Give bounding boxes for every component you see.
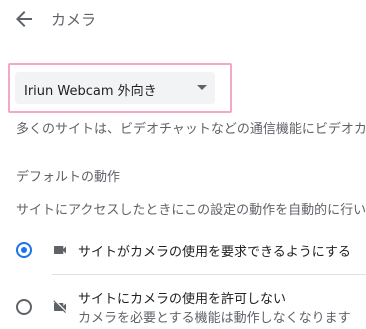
radio-allow-camera[interactable] bbox=[16, 242, 32, 258]
page-title: カメラ bbox=[51, 11, 97, 29]
default-behavior-heading: デフォルトの動作 bbox=[16, 170, 121, 185]
videocam-icon bbox=[52, 242, 68, 258]
option-block-label[interactable]: サイトにカメラの使用を許可しない bbox=[78, 288, 286, 307]
radio-selected-dot bbox=[21, 247, 27, 253]
option-allow-label[interactable]: サイトがカメラの使用を要求できるようにする bbox=[78, 241, 351, 260]
videocam-off-icon bbox=[52, 299, 68, 315]
camera-select-value: Iriun Webcam 外向き bbox=[24, 84, 157, 99]
radio-block-camera[interactable] bbox=[16, 299, 32, 315]
option-block-sublabel: カメラを必要とする機能は動作しなくなります bbox=[78, 311, 351, 326]
camera-description: 多くのサイトは、ビデオチャットなどの通信機能にビデオカ bbox=[16, 122, 366, 137]
dropdown-caret-icon bbox=[197, 85, 207, 90]
options-divider bbox=[52, 274, 366, 275]
default-behavior-description: サイトにアクセスしたときにこの設定の動作を自動的に行い bbox=[16, 203, 366, 218]
back-arrow-icon[interactable] bbox=[12, 7, 36, 31]
camera-select[interactable]: Iriun Webcam 外向き bbox=[15, 72, 215, 104]
